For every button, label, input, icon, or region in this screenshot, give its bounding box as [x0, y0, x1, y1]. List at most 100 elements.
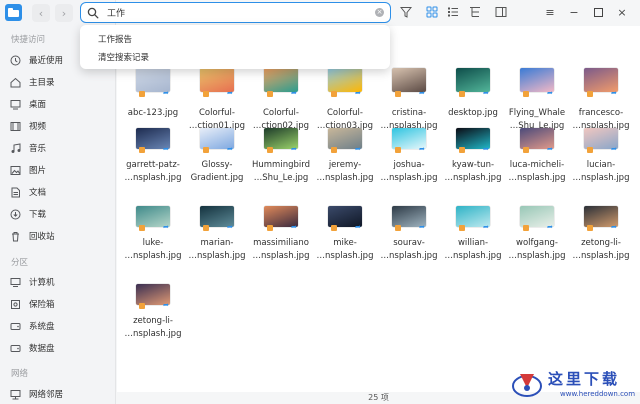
file-item[interactable]: ➦ willian- …nsplash.jpg [441, 206, 505, 272]
search-input[interactable] [107, 7, 357, 18]
sidebar-item-label: 主目录 [29, 78, 55, 88]
sidebar-item-label: 音乐 [29, 144, 47, 154]
close-icon[interactable]: × [614, 4, 630, 20]
item-count: 25 项 [368, 393, 389, 402]
partition-title: 分区 [11, 258, 29, 268]
network-icon [10, 389, 21, 400]
lock-icon [267, 147, 273, 153]
back-button[interactable]: ‹ [32, 4, 50, 22]
disk-icon [10, 343, 21, 354]
file-item[interactable]: ➦ Hummingbird …Shu_Le.jpg [249, 128, 313, 194]
lock-icon [331, 147, 337, 153]
disk-icon [10, 321, 21, 332]
lock-icon [395, 91, 401, 97]
sidebar-item-part-2[interactable]: 系统盘 [6, 316, 110, 336]
quick-access-title: 快捷访问 [11, 35, 46, 45]
file-item[interactable]: ➦ luca-micheli- …nsplash.jpg [505, 128, 569, 194]
share-icon: ➦ [227, 145, 233, 153]
file-name: lucian- …nsplash.jpg [572, 160, 630, 183]
share-icon: ➦ [547, 145, 553, 153]
sidebar-item-label: 最近使用 [29, 56, 64, 66]
sidebar-item-part-3[interactable]: 数据盘 [6, 338, 110, 358]
file-item[interactable]: ➦ luke- …nsplash.jpg [121, 206, 185, 272]
file-item[interactable]: ➦ joshua- …nsplash.jpg [377, 128, 441, 194]
share-icon: ➦ [611, 223, 617, 231]
lock-icon [331, 91, 337, 97]
sidebar-item-quick-6[interactable]: 文档 [6, 182, 110, 202]
sidebar-item-label: 下载 [29, 210, 47, 220]
sidebar-toggle-icon[interactable] [494, 5, 508, 19]
file-item[interactable]: ➦ massimiliano …nsplash.jpg [249, 206, 313, 272]
share-icon: ➦ [483, 145, 489, 153]
sidebar-item-label: 系统盘 [29, 322, 55, 332]
clear-history-item[interactable]: 清空搜索记录 [98, 51, 149, 63]
share-icon: ➦ [227, 89, 233, 97]
file-item[interactable]: ➦ garrett-patz- …nsplash.jpg [121, 128, 185, 194]
sidebar-item-quick-2[interactable]: 桌面 [6, 94, 110, 114]
sidebar-item-part-0[interactable]: 计算机 [6, 272, 110, 292]
sidebar-item-net-0[interactable]: 网络邻居 [6, 384, 110, 404]
lock-icon [459, 147, 465, 153]
file-manager-logo-icon [5, 4, 22, 21]
clear-search-button[interactable]: × [375, 8, 384, 17]
file-item[interactable]: ➦ sourav- …nsplash.jpg [377, 206, 441, 272]
search-icon [87, 7, 99, 18]
share-icon: ➦ [163, 223, 169, 231]
share-icon: ➦ [611, 89, 617, 97]
video-icon [10, 121, 21, 132]
safe-icon [10, 299, 21, 310]
sidebar-item-quick-7[interactable]: 下载 [6, 204, 110, 224]
file-name: zetong-li- …nsplash.jpg [572, 238, 630, 261]
lock-icon [139, 303, 145, 309]
sidebar-item-quick-5[interactable]: 图片 [6, 160, 110, 180]
sidebar-item-label: 网络邻居 [29, 390, 64, 400]
lock-icon [459, 225, 465, 231]
maximize-icon[interactable] [590, 4, 606, 20]
minimize-icon[interactable]: − [566, 4, 582, 20]
file-item[interactable]: ➦ mike- …nsplash.jpg [313, 206, 377, 272]
filter-icon[interactable] [399, 5, 413, 19]
sidebar-item-label: 图片 [29, 166, 47, 176]
sidebar-item-label: 保险箱 [29, 300, 55, 310]
lock-icon [395, 147, 401, 153]
list-view-icon[interactable] [446, 5, 460, 19]
file-item[interactable]: ➦ Glossy- Gradient.jpg [185, 128, 249, 194]
file-item[interactable]: ➦ wolfgang- …nsplash.jpg [505, 206, 569, 272]
history-item[interactable]: 工作报告 [98, 33, 132, 45]
sidebar-item-quick-8[interactable]: 回收站 [6, 226, 110, 246]
menu-icon[interactable]: ≡ [542, 4, 558, 20]
share-icon: ➦ [291, 89, 297, 97]
lock-icon [459, 91, 465, 97]
download-icon [10, 209, 21, 220]
file-item[interactable]: ➦ marian- …nsplash.jpg [185, 206, 249, 272]
share-icon: ➦ [163, 145, 169, 153]
file-item[interactable]: ➦ zetong-li- …nsplash.jpg [569, 206, 633, 272]
search-field[interactable]: × [80, 2, 391, 23]
sidebar-item-quick-4[interactable]: 音乐 [6, 138, 110, 158]
forward-button[interactable]: › [55, 4, 73, 22]
tree-view-icon[interactable] [468, 5, 482, 19]
share-icon: ➦ [355, 145, 361, 153]
file-item[interactable]: ➦ lucian- …nsplash.jpg [569, 128, 633, 194]
lock-icon [395, 225, 401, 231]
lock-icon [587, 147, 593, 153]
share-icon: ➦ [547, 89, 553, 97]
file-item[interactable]: ➦ jeremy- …nsplash.jpg [313, 128, 377, 194]
share-icon: ➦ [483, 89, 489, 97]
sidebar-item-part-1[interactable]: 保险箱 [6, 294, 110, 314]
sidebar-item-quick-1[interactable]: 主目录 [6, 72, 110, 92]
watermark-logo-icon [512, 374, 542, 397]
watermark-url: www.hereddown.com [560, 390, 636, 398]
file-item[interactable]: ➦ kyaw-tun- …nsplash.jpg [441, 128, 505, 194]
sidebar-item-quick-3[interactable]: 视频 [6, 116, 110, 136]
search-history-dropdown: 工作报告 清空搜索记录 [80, 25, 390, 69]
icon-view-icon[interactable] [425, 5, 439, 19]
sidebar-item-label: 数据盘 [29, 344, 55, 354]
file-item[interactable]: ➦ zetong-li- …nsplash.jpg [121, 284, 185, 350]
share-icon: ➦ [163, 301, 169, 309]
network-title: 网络 [11, 369, 29, 379]
lock-icon [203, 91, 209, 97]
share-icon: ➦ [355, 223, 361, 231]
trash-icon [10, 231, 21, 242]
lock-icon [587, 225, 593, 231]
